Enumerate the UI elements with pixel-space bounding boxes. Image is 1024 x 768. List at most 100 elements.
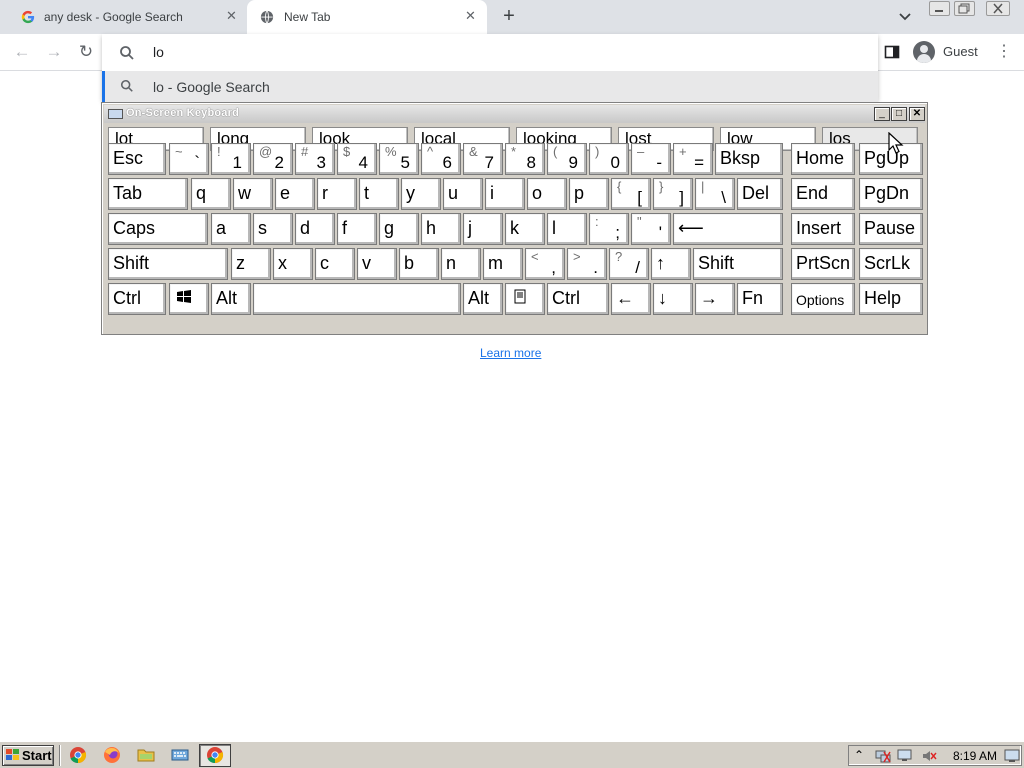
osk-key-i[interactable]: i [485,178,525,210]
osk-key-8[interactable]: * 8 [505,143,545,175]
osk-key-z[interactable]: z [231,248,271,280]
osk-key-g[interactable]: g [379,213,419,245]
osk-key-symbol[interactable]: | \ [695,178,735,210]
osk-key-3[interactable]: #3 [295,143,335,175]
osk-key-del[interactable]: Del [737,178,783,210]
osk-key-b[interactable]: b [399,248,439,280]
osk-key-alt[interactable]: Alt [211,283,251,315]
osk-key-tab[interactable]: Tab [108,178,188,210]
firefox-icon[interactable] [103,746,121,764]
osk-key-prtscn[interactable]: PrtScn [791,248,855,280]
osk-key-end[interactable]: End [791,178,855,210]
osk-key-options[interactable]: Options [791,283,855,315]
osk-key-symbol[interactable]: ~ ` [169,143,209,175]
osk-key-1[interactable]: ! 1 [211,143,251,175]
osk-key-symbol[interactable]: <, [525,248,565,280]
osk-key-4[interactable]: $4 [337,143,377,175]
osk-key-y[interactable]: y [401,178,441,210]
osk-key-help[interactable]: Help [859,283,923,315]
osk-key-n[interactable]: n [441,248,481,280]
osk-key-ctrl[interactable]: Ctrl [547,283,609,315]
osk-key-x[interactable]: x [273,248,313,280]
forward-arrow-icon[interactable]: → [44,42,64,62]
omnibox[interactable]: lo lo - Google Search [102,34,878,102]
keyboard-icon[interactable] [171,746,189,764]
osk-minimize-button[interactable]: _ [874,107,890,121]
osk-key-v[interactable]: v [357,248,397,280]
side-panel-icon[interactable] [884,44,900,60]
volume-muted-icon[interactable] [921,749,937,763]
osk-key-symbol[interactable]: ? / [609,248,649,280]
osk-key-symbol[interactable]: " ' [631,213,671,245]
osk-key-down[interactable]: ↓ [653,283,693,315]
osk-key-q[interactable]: q [191,178,231,210]
osk-key-c[interactable]: c [315,248,355,280]
osk-key-insert[interactable]: Insert [791,213,855,245]
window-close-button[interactable] [986,1,1010,16]
osk-key-a[interactable]: a [211,213,251,245]
osk-key-caps[interactable]: Caps [108,213,208,245]
osk-key-windows-logo[interactable] [169,283,209,315]
osk-key-right[interactable]: → [695,283,735,315]
osk-key-esc[interactable]: Esc [108,143,166,175]
osk-key-h[interactable]: h [421,213,461,245]
osk-key-ctrl[interactable]: Ctrl [108,283,166,315]
osk-key-u[interactable]: u [443,178,483,210]
osk-key-5[interactable]: % 5 [379,143,419,175]
window-minimize-button[interactable] [929,1,950,16]
osk-key-up[interactable]: ↑ [651,248,691,280]
osk-key-space[interactable] [253,283,461,315]
more-menu-icon[interactable]: ⋮ [996,41,1012,63]
osk-key-o[interactable]: o [527,178,567,210]
osk-key-k[interactable]: k [505,213,545,245]
osk-key-l[interactable]: l [547,213,587,245]
osk-key-pgdn[interactable]: PgDn [859,178,923,210]
osk-key-left[interactable]: ← [611,283,651,315]
window-restore-button[interactable] [954,1,975,16]
osk-key-home[interactable]: Home [791,143,855,175]
omnibox-input[interactable]: lo [153,44,164,60]
osk-key-enter[interactable]: ⟵ [673,213,783,245]
network-icon[interactable] [875,749,891,763]
osk-key-shift[interactable]: Shift [693,248,783,280]
osk-key-0[interactable]: ) 0 [589,143,629,175]
display-icon[interactable] [897,749,913,763]
osk-key-context-menu[interactable] [505,283,545,315]
chrome-icon[interactable] [69,746,87,764]
osk-close-button[interactable]: ✕ [909,107,925,121]
osk-key-e[interactable]: e [275,178,315,210]
osk-key-d[interactable]: d [295,213,335,245]
osk-key-p[interactable]: p [569,178,609,210]
osk-key-j[interactable]: j [463,213,503,245]
osk-key-symbol[interactable]: {[ [611,178,651,210]
osk-key-6[interactable]: ^ 6 [421,143,461,175]
osk-key-9[interactable]: (9 [547,143,587,175]
close-tab-icon[interactable]: ✕ [226,9,237,23]
osk-key-r[interactable]: r [317,178,357,210]
close-tab-icon[interactable]: ✕ [465,9,476,23]
osk-key-shift[interactable]: Shift [108,248,228,280]
back-arrow-icon[interactable]: ← [12,42,32,62]
osk-key-t[interactable]: t [359,178,399,210]
osk-key-7[interactable]: & 7 [463,143,503,175]
osk-key-alt[interactable]: Alt [463,283,503,315]
osk-title-bar[interactable]: On-Screen Keyboard _ □ ✕ [104,105,925,123]
osk-key-2[interactable]: @2 [253,143,293,175]
osk-key-bksp[interactable]: Bksp [715,143,783,175]
osk-key-symbol[interactable]: :; [589,213,629,245]
osk-key-f[interactable]: f [337,213,377,245]
show-desktop-icon[interactable] [1003,747,1021,765]
osk-key-symbol[interactable]: }] [653,178,693,210]
tab-new-tab[interactable]: New Tab ✕ [247,0,487,34]
osk-key-fn[interactable]: Fn [737,283,783,315]
taskbar-chrome-window-button[interactable] [199,744,231,767]
folder-icon[interactable] [137,746,155,764]
chevron-down-icon[interactable] [897,8,913,24]
reload-icon[interactable]: ↻ [76,42,96,62]
osk-maximize-button[interactable]: □ [891,107,907,121]
learn-more-link[interactable]: Learn more [480,346,541,360]
new-tab-button[interactable]: + [499,5,519,27]
omnibox-suggestion[interactable]: lo - Google Search [102,71,878,102]
osk-key-w[interactable]: w [233,178,273,210]
tray-expand-icon[interactable]: ⌃ [854,748,864,762]
